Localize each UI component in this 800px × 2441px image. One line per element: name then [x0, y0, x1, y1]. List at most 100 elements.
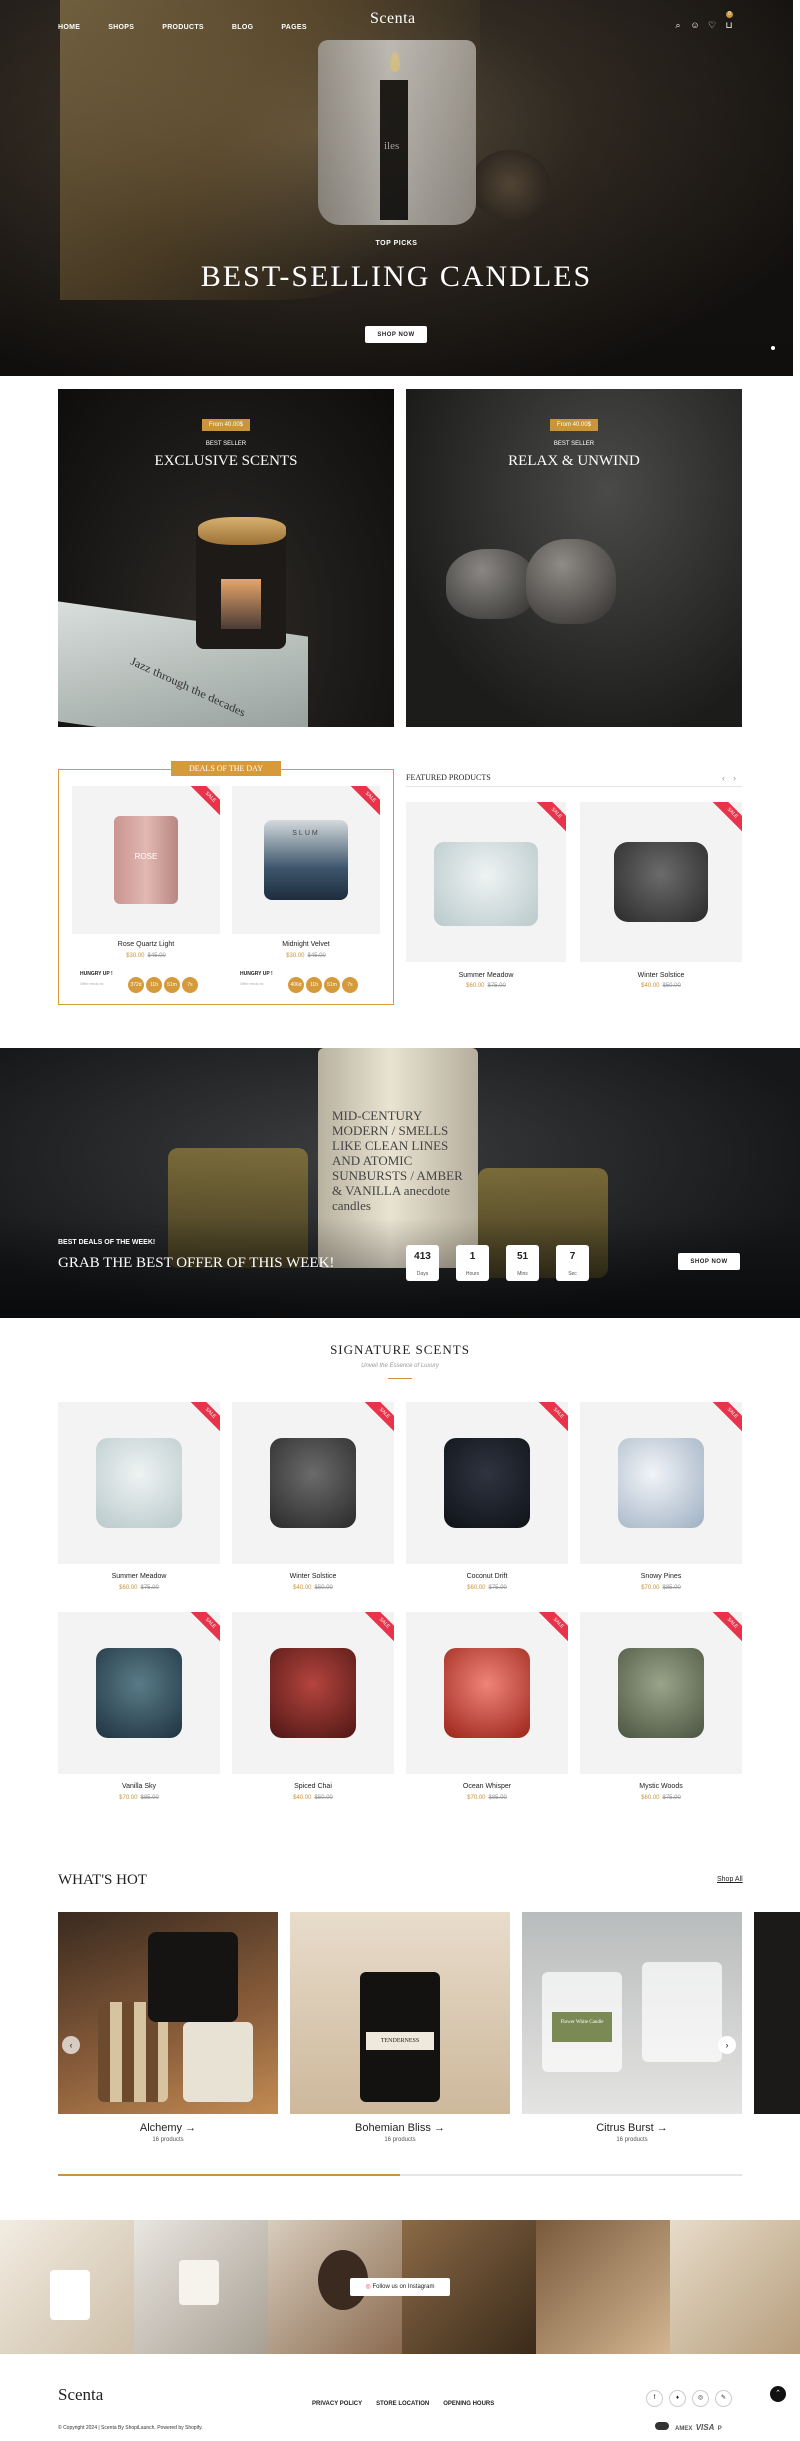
follow-instagram-button[interactable]: ◎ Follow us on Instagram [350, 2278, 450, 2296]
hurry-label: HUNGRY UP ! [240, 971, 273, 977]
product-price: $60.00 $75.00 [641, 1795, 681, 1801]
product-image-midnight[interactable]: SLUM SALE [232, 786, 380, 934]
product-price: $40.00 $50.00 [293, 1795, 333, 1801]
product-name[interactable]: Mystic Woods [580, 1783, 742, 1790]
collection-image-citrus-burst[interactable]: Flower White Candle [522, 1912, 742, 2114]
banner-exclusive-scents[interactable]: Jazz through the decades From 40.00$ BES… [58, 389, 394, 727]
product-name[interactable]: Midnight Velvet [232, 941, 380, 948]
hot-next-arrow[interactable]: › [718, 2036, 736, 2054]
cart-icon[interactable]: ⊔ [724, 20, 734, 30]
price-pill: From 40.00$ [550, 419, 598, 431]
featured-next-arrow[interactable]: › [733, 773, 736, 783]
product-name[interactable]: Summer Meadow [58, 1573, 220, 1580]
featured-prev-arrow[interactable]: ‹ [722, 773, 725, 783]
product-image[interactable]: SALE [406, 1402, 568, 1564]
privacy-policy-link[interactable]: PRIVACY POLICY [312, 2401, 362, 2407]
nav-pages[interactable]: PAGES [281, 24, 307, 31]
wishlist-icon[interactable]: ♡ [707, 20, 717, 30]
jar-label-text: ROSE [134, 852, 158, 861]
store-location-link[interactable]: STORE LOCATION [376, 2401, 429, 2407]
collection-count: 16 products [384, 2137, 416, 2143]
instagram-photo[interactable] [134, 2220, 268, 2354]
product-price: $40.00 $50.00 [293, 1585, 333, 1591]
product-image[interactable]: SALE [406, 1612, 568, 1774]
featured-title: FEATURED PRODUCTS [406, 773, 491, 782]
product-name[interactable]: Rose Quartz Light [72, 941, 220, 948]
product-image[interactable]: SALE [58, 1612, 220, 1774]
product-image[interactable]: SALE [58, 1402, 220, 1564]
product-price: $30.00 $45.00 [286, 953, 326, 959]
hot-scrollbar-thumb[interactable] [58, 2174, 400, 2176]
nav-products[interactable]: PRODUCTS [162, 24, 204, 31]
footer-logo[interactable]: Scenta [58, 2385, 103, 2405]
jar-label-text: Flower White Candle [552, 2012, 612, 2042]
product-image-winter-solstice[interactable]: SALE [580, 802, 742, 962]
product-name[interactable]: Vanilla Sky [58, 1783, 220, 1790]
product-name[interactable]: Coconut Drift [406, 1573, 568, 1580]
product-name[interactable]: Snowy Pines [580, 1573, 742, 1580]
product-image[interactable]: SALE [232, 1402, 394, 1564]
site-logo[interactable]: Scenta [370, 10, 416, 28]
sale-badge: SALE [190, 786, 220, 817]
stone-candle-image [446, 549, 536, 619]
product-image[interactable]: SALE [580, 1612, 742, 1774]
instagram-photo[interactable] [670, 2220, 800, 2354]
banner-kicker: BEST SELLER [553, 441, 595, 447]
visa-icon: VISA [695, 2423, 715, 2432]
shop-all-link[interactable]: Shop All [717, 1876, 743, 1883]
product-image-rose[interactable]: ROSE SALE [72, 786, 220, 934]
product-price: $70.00 $85.00 [467, 1795, 507, 1801]
collection-card-alchemy[interactable]: Alchemy → 16 products [58, 2122, 278, 2143]
instagram-icon[interactable]: ◎ [692, 2390, 709, 2407]
signature-title: SIGNATURE SCENTS [330, 1342, 470, 1357]
search-icon[interactable]: ⌕ [673, 20, 683, 30]
slider-dot[interactable] [771, 346, 775, 350]
banner-relax-unwind[interactable]: From 40.00$ BEST SELLER RELAX & UNWIND [406, 389, 742, 727]
wooden-lid-image [198, 517, 286, 545]
jar-label-text: SLUM [292, 830, 320, 837]
theme-toggle[interactable] [655, 2422, 669, 2430]
header-icons: ⌕ ☺ ♡ ⊔ [666, 15, 734, 33]
offer-shop-now-button[interactable]: SHOP NOW [678, 1253, 740, 1270]
sale-badge: SALE [364, 1612, 394, 1643]
jar-label-text: TENDERNESS [366, 2032, 434, 2050]
hero-kicker: TOP PICKS [375, 240, 418, 247]
collection-image-partial[interactable] [754, 1912, 800, 2114]
product-name[interactable]: Spiced Chai [232, 1783, 394, 1790]
product-name[interactable]: Summer Meadow [406, 972, 566, 979]
collection-name: Citrus Burst [596, 2122, 654, 2134]
product-name[interactable]: Winter Solstice [232, 1573, 394, 1580]
hot-scrollbar-track[interactable] [58, 2174, 742, 2176]
product-name[interactable]: Winter Solstice [580, 972, 742, 979]
instagram-photo[interactable] [0, 2220, 134, 2354]
sale-badge: SALE [712, 1612, 742, 1643]
offer-ends-label: Offer ends in: [80, 981, 104, 986]
hot-prev-arrow[interactable]: ‹ [62, 2036, 80, 2054]
collection-card-citrus-burst[interactable]: Citrus Burst → 16 products [522, 2122, 742, 2143]
opening-hours-link[interactable]: OPENING HOURS [443, 2401, 494, 2407]
product-image-summer-meadow[interactable]: SALE [406, 802, 566, 962]
pinterest-icon[interactable]: ✎ [715, 2390, 732, 2407]
collection-image-bohemian-bliss[interactable]: TENDERNESS [290, 1912, 510, 2114]
facebook-icon[interactable]: f [646, 2390, 663, 2407]
arrow-right-icon: → [185, 2122, 197, 2134]
nav-blog[interactable]: BLOG [232, 24, 253, 31]
stone-candle-image [526, 539, 616, 624]
instagram-photo[interactable] [536, 2220, 670, 2354]
tiktok-icon[interactable]: ♦ [669, 2390, 686, 2407]
nav-shops[interactable]: SHOPS [108, 24, 134, 31]
offer-banner: MID-CENTURY MODERN / SMELLS LIKE CLEAN L… [0, 1048, 800, 1318]
product-image[interactable]: SALE [232, 1612, 394, 1774]
collection-card-bohemian-bliss[interactable]: Bohemian Bliss → 16 products [290, 2122, 510, 2143]
offer-kicker: BEST DEALS OF THE WEEK! [58, 1239, 156, 1246]
product-name[interactable]: Ocean Whisper [406, 1783, 568, 1790]
offer-title: GRAB THE BEST OFFER OF THIS WEEK! [58, 1255, 335, 1271]
hurry-label: HUNGRY UP ! [80, 971, 113, 977]
account-icon[interactable]: ☺ [690, 20, 700, 30]
product-image[interactable]: SALE [580, 1402, 742, 1564]
hero-shop-now-button[interactable]: SHOP NOW [365, 326, 427, 343]
nav-home[interactable]: HOME [58, 24, 80, 31]
back-to-top-button[interactable]: ⌃ [770, 2386, 786, 2402]
collection-image-alchemy[interactable] [58, 1912, 278, 2114]
sale-badge: SALE [712, 1402, 742, 1433]
